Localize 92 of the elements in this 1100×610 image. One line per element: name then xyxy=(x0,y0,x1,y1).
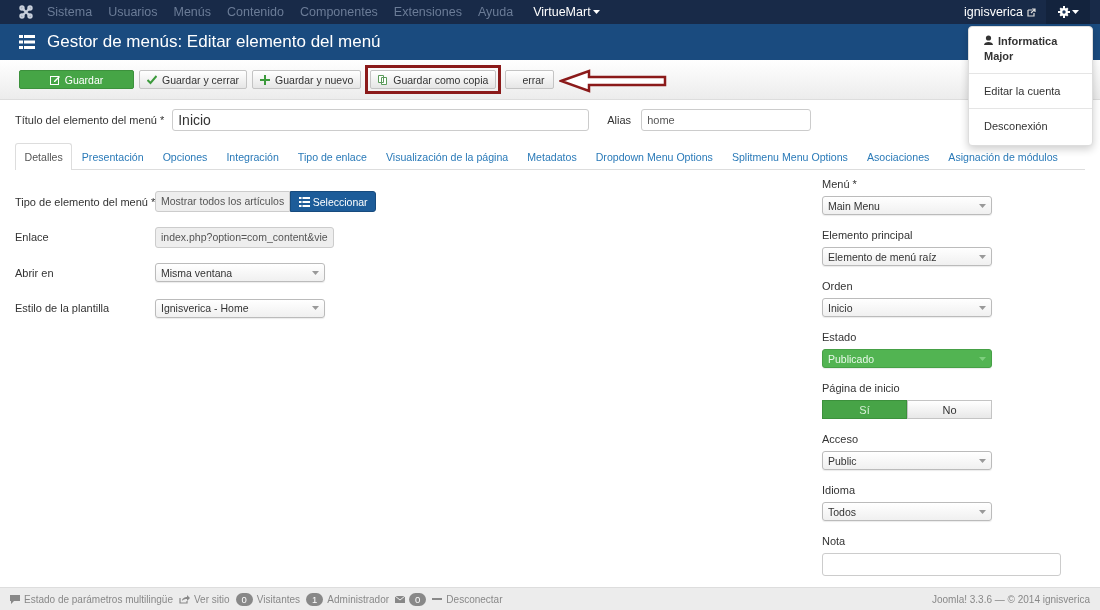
caret-icon xyxy=(979,203,986,208)
readonly-field: index.php?option=com_content&vie xyxy=(155,226,334,248)
mail-icon xyxy=(395,595,406,603)
tab[interactable]: Visualización de la página xyxy=(376,143,518,169)
user-icon xyxy=(984,35,993,45)
status-link[interactable]: Estado de parámetros multilingüe xyxy=(24,593,173,605)
count-badge: 1 xyxy=(306,592,324,606)
alias-field[interactable]: home xyxy=(641,109,812,131)
caret-icon xyxy=(979,254,986,259)
comment-icon xyxy=(10,594,20,604)
dropdown[interactable]: Ignisverica - Home xyxy=(155,298,325,318)
caret-icon xyxy=(979,509,986,514)
tab[interactable]: Detalles xyxy=(15,143,73,170)
status-link[interactable]: Ver sitio xyxy=(194,593,230,605)
count-badge: 0 xyxy=(235,592,253,606)
status-link[interactable]: Desconectar xyxy=(446,593,503,605)
field-label: Acceso xyxy=(822,433,860,445)
dropdown[interactable]: Inicio xyxy=(822,298,992,317)
nav-menu-item[interactable]: Componentes xyxy=(300,5,378,19)
field-label: Nota xyxy=(822,535,847,547)
site-link[interactable]: ignisverica xyxy=(963,5,1036,19)
status-link[interactable]: Administrador xyxy=(327,593,390,605)
tab[interactable]: Presentación xyxy=(72,143,154,169)
toggle-option[interactable]: Sí xyxy=(822,400,907,419)
status-link[interactable]: Visitantes xyxy=(256,593,301,605)
field-label: Idioma xyxy=(822,484,857,496)
tab[interactable]: Metadatos xyxy=(517,143,587,169)
toolbar-button[interactable]: Guardar y cerrar xyxy=(139,70,248,89)
nav-menu-item[interactable]: VirtueMart xyxy=(533,5,600,19)
nav-menu-item[interactable]: Ayuda xyxy=(477,5,514,19)
field-label: Elemento principal xyxy=(822,229,914,241)
tab[interactable]: Asociaciones xyxy=(857,143,939,169)
readonly-field: Mostrar todos los artículos xyxy=(155,191,291,213)
edit-icon xyxy=(49,74,60,85)
field-label: Estilo de la plantilla xyxy=(15,302,111,315)
list-icon xyxy=(19,35,35,49)
user-name: Informatica Major xyxy=(983,34,1059,64)
caret-icon xyxy=(312,270,319,275)
nav-menu-item[interactable]: Extensiones xyxy=(393,5,462,19)
field-label: Orden xyxy=(822,280,854,292)
field-label: Alias xyxy=(607,114,633,126)
share-icon xyxy=(179,594,190,604)
nav-menu-item[interactable]: Contenido xyxy=(227,5,284,19)
list-icon xyxy=(298,196,310,207)
note-field[interactable] xyxy=(822,553,1061,576)
toolbar-button[interactable]: Guardar y nuevo xyxy=(252,70,362,89)
tab[interactable]: Integración xyxy=(216,143,289,169)
dropdown-menu-item[interactable]: Desconexión xyxy=(969,111,1092,141)
check-icon xyxy=(147,74,157,85)
select-button[interactable]: Seleccionar xyxy=(290,191,377,213)
field-label: Tipo de elemento del menú * xyxy=(15,195,155,208)
toolbar-button[interactable]: errar xyxy=(505,70,554,89)
external-link-icon xyxy=(1027,7,1036,17)
dash-icon xyxy=(432,598,443,600)
dropdown[interactable]: Public xyxy=(822,451,992,470)
nav-menu-item[interactable]: Menús xyxy=(173,5,211,19)
field-label: Título del elemento del menú * xyxy=(15,114,165,126)
dropdown-menu-item[interactable]: Editar la cuenta xyxy=(969,76,1092,106)
toggle-option[interactable]: No xyxy=(907,400,992,419)
toolbar-button[interactable]: Guardar xyxy=(19,70,134,89)
caret-icon xyxy=(312,306,319,311)
title-field[interactable]: Inicio xyxy=(172,109,590,131)
settings-button[interactable] xyxy=(1046,0,1090,24)
tab[interactable]: Asignación de módulos xyxy=(938,143,1068,169)
settings-icon xyxy=(1057,6,1070,18)
version-text: Joomla! 3.3.6 — © 2014 ignisverica xyxy=(932,593,1090,605)
dropdown[interactable]: Main Menu xyxy=(822,196,992,215)
caret-icon xyxy=(1071,10,1079,14)
copy-icon xyxy=(378,74,389,85)
tab[interactable]: Tipo de enlace xyxy=(288,143,377,169)
nav-menu-item[interactable]: Usuarios xyxy=(108,5,158,19)
caret-icon xyxy=(979,356,986,361)
caret-icon xyxy=(979,305,986,310)
field-label: Página de inicio xyxy=(822,382,901,394)
dropdown[interactable]: Elemento de menú raíz xyxy=(822,247,992,266)
nav-menu-item[interactable]: Sistema xyxy=(47,5,93,19)
field-label: Abrir en xyxy=(15,266,55,279)
field-label: Menú * xyxy=(822,178,858,190)
joomla-logo-icon xyxy=(19,5,33,19)
plus-icon xyxy=(260,74,271,85)
page-title: Gestor de menús: Editar elemento del menú xyxy=(47,32,381,52)
caret-icon xyxy=(592,10,600,14)
tab[interactable]: Dropdown Menu Options xyxy=(586,143,723,169)
field-label: Enlace xyxy=(15,231,50,244)
caret-icon xyxy=(979,458,986,463)
field-label: Estado xyxy=(822,331,858,343)
dropdown[interactable]: Todos xyxy=(822,502,992,521)
tab[interactable]: Splitmenu Menu Options xyxy=(722,143,858,169)
toolbar-button[interactable]: Guardar como copia xyxy=(370,70,497,89)
count-badge: 0 xyxy=(409,592,427,606)
tab[interactable]: Opciones xyxy=(153,143,217,169)
dropdown[interactable]: Misma ventana xyxy=(155,263,325,283)
